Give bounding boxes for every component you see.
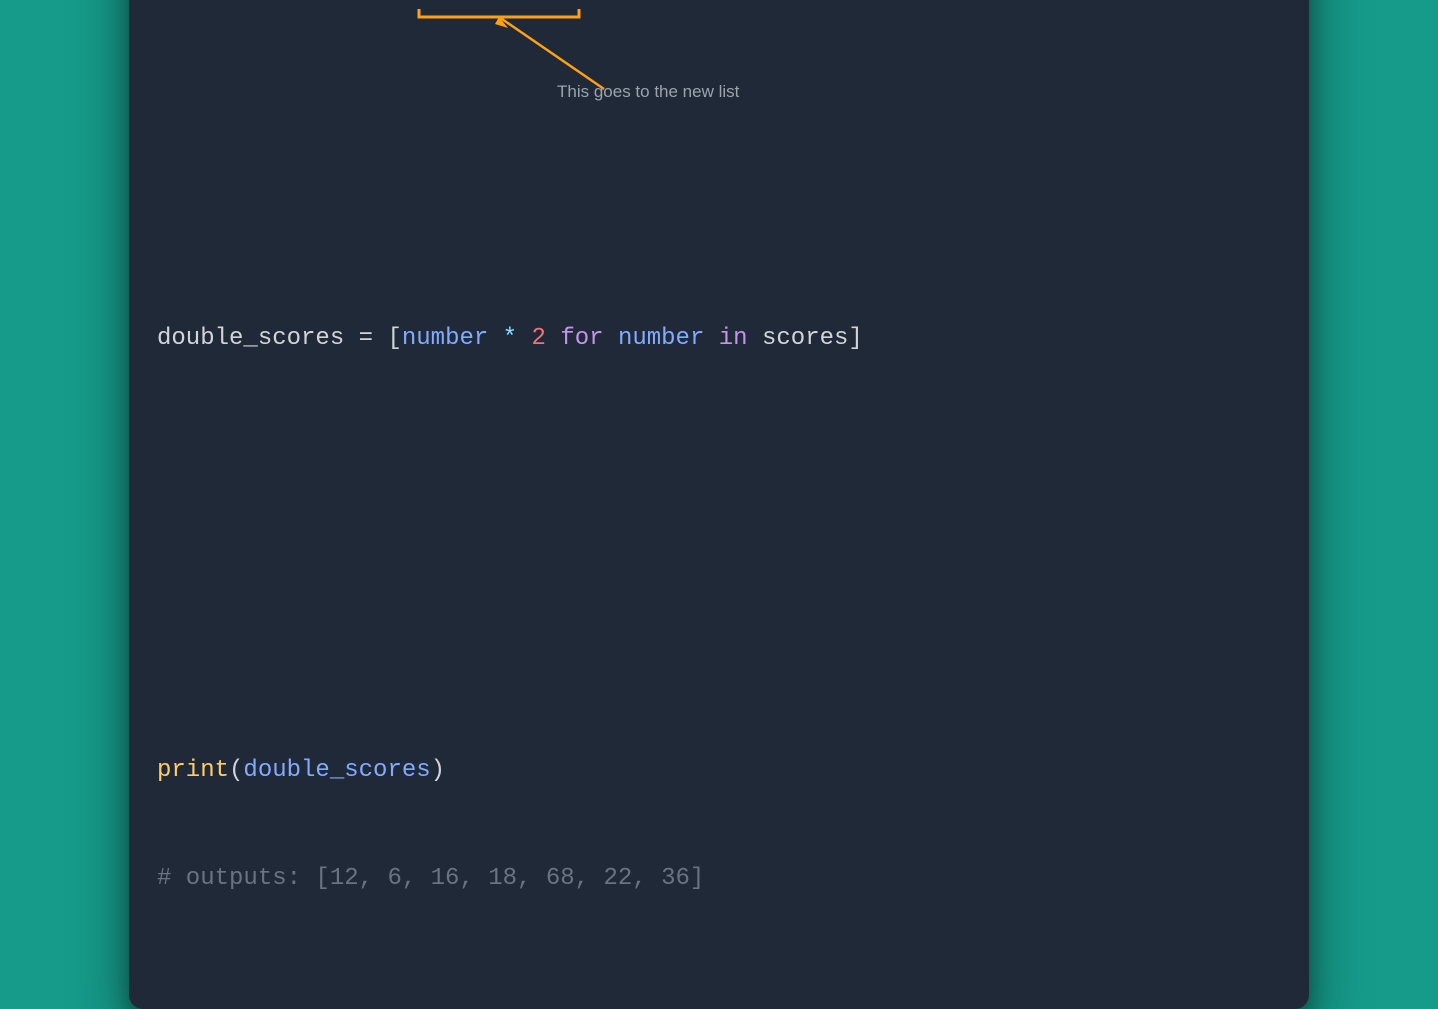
token-keyword: for xyxy=(560,325,603,352)
token-paren: ( xyxy=(229,757,243,784)
blank-line xyxy=(157,0,1281,33)
code-window: scores = [6, 3, 8, 9, 34, 11, 18] double… xyxy=(129,0,1309,1009)
code-line-3: print(double_scores) xyxy=(157,753,1281,789)
token-variable: scores xyxy=(762,325,848,352)
token-comment: # outputs: [12, 6, 16, 18, 68, 22, 36] xyxy=(157,865,704,892)
blank-line xyxy=(157,105,1281,141)
blank-line xyxy=(157,537,1281,573)
token-space xyxy=(546,325,560,352)
token-bracket: [ xyxy=(387,325,401,352)
blank-line xyxy=(157,213,1281,249)
code-block: scores = [6, 3, 8, 9, 34, 11, 18] double… xyxy=(157,0,1281,969)
code-line-4: # outputs: [12, 6, 16, 18, 68, 22, 36] xyxy=(157,861,1281,897)
blank-line xyxy=(157,645,1281,681)
token-number: 2 xyxy=(532,325,546,352)
token-bracket: ] xyxy=(848,325,862,352)
token-identifier: double_scores xyxy=(243,757,430,784)
token-keyword: in xyxy=(719,325,748,352)
token-space xyxy=(704,325,718,352)
token-paren: ) xyxy=(431,757,445,784)
blank-line xyxy=(157,429,1281,465)
token-identifier: number xyxy=(402,325,488,352)
token-variable: double_scores xyxy=(157,325,344,352)
token-identifier: number xyxy=(618,325,704,352)
token-builtin: print xyxy=(157,757,229,784)
code-line-2: double_scores = [number * 2 for number i… xyxy=(157,321,1281,357)
token-space xyxy=(604,325,618,352)
token-operator: * xyxy=(488,325,531,352)
token-assign: = xyxy=(344,325,387,352)
token-space xyxy=(748,325,762,352)
annotation-label: This goes to the new list xyxy=(557,82,739,102)
